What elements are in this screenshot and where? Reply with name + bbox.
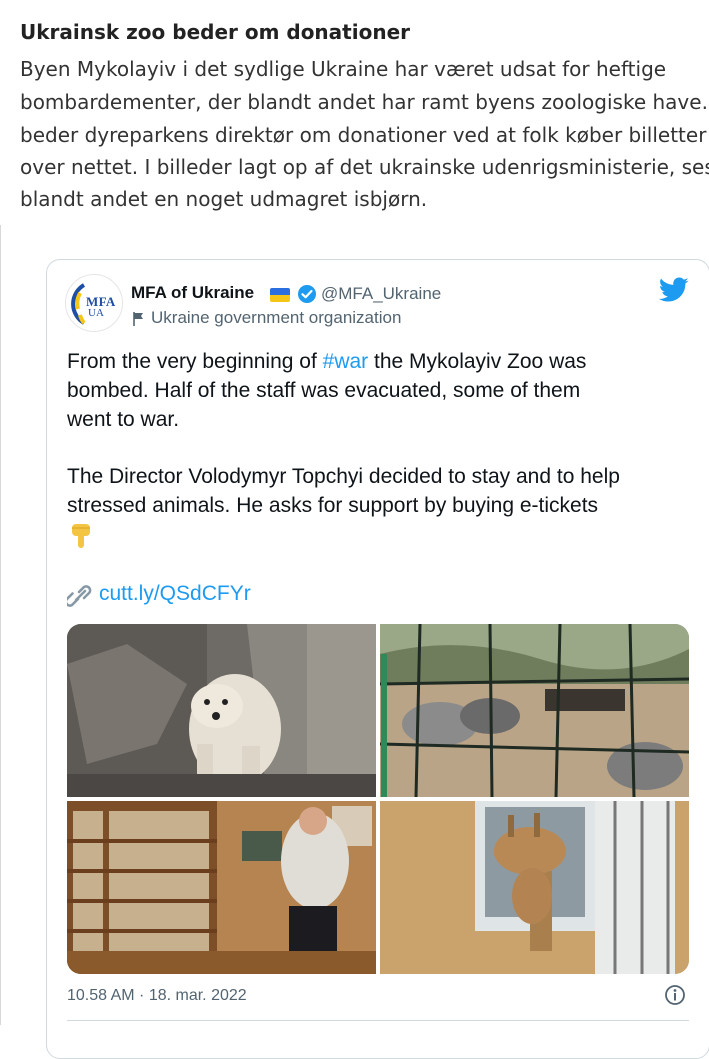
article-headline: Ukrainsk zoo beder om donationer [20, 20, 410, 44]
avatar[interactable]: MFA UA [65, 274, 123, 332]
link-icon [67, 585, 92, 607]
account-name[interactable]: MFA of Ukraine [131, 283, 254, 303]
zoo-director-image [67, 801, 376, 974]
pointing-down-hand-icon [72, 524, 90, 548]
media-grid[interactable] [67, 624, 689, 974]
article-body-line: beder dyreparkens direktør om donationer… [20, 123, 707, 147]
tweet-timestamp[interactable]: 10.58 AM · 18. mar. 2022 [67, 987, 247, 1005]
tweet-text-line: From the very beginning of #war the Myko… [67, 350, 586, 374]
twitter-bird-icon[interactable] [659, 277, 689, 303]
tweet-link[interactable]: cutt.ly/QSdCFYr [99, 582, 251, 606]
bombed-enclosure-image [380, 624, 689, 797]
hashtag-link[interactable]: #war [323, 350, 369, 373]
tweet-text-line: went to war. [67, 408, 180, 431]
photo-giraffe[interactable] [380, 801, 689, 974]
photo-director[interactable] [67, 801, 376, 974]
article-body-line: bombardementer, der blandt andet har ram… [20, 90, 709, 114]
account-handle[interactable]: @MFA_Ukraine [321, 284, 441, 304]
info-icon[interactable] [664, 984, 686, 1006]
verified-badge-icon [298, 285, 316, 303]
tweet-text-line: stressed animals. He asks for support by… [67, 494, 599, 517]
embedded-tweet[interactable]: MFA UA MFA of Ukraine @MFA_Ukraine Ukrai… [46, 259, 709, 1059]
tweet-text-segment: From the very beginning of [67, 350, 323, 373]
section-divider [0, 225, 1, 1025]
flag-outline-icon [133, 312, 143, 326]
tweet-text-line: The Director Volodymyr Topchyi decided t… [67, 465, 620, 488]
avatar-sublabel: UA [88, 307, 104, 319]
tweet-text-line: bombed. Half of the staff was evacuated,… [67, 379, 581, 402]
article-body-line: blandt andet en noget udmagret isbjørn. [20, 187, 428, 211]
photo-enclosure[interactable] [380, 624, 689, 797]
photo-polar-bear[interactable] [67, 624, 376, 797]
tweet-text-segment: the Mykolayiv Zoo was [368, 350, 587, 373]
giraffe-image [380, 801, 689, 974]
polar-bear-image [67, 624, 376, 797]
article-body-line: over nettet. I billeder lagt op af det u… [20, 155, 709, 179]
org-label: Ukraine government organization [151, 308, 402, 327]
article-body-line: Byen Mykolayiv i det sydlige Ukraine har… [20, 57, 667, 81]
ukraine-flag-icon [270, 288, 290, 302]
tweet-divider [67, 1020, 689, 1021]
